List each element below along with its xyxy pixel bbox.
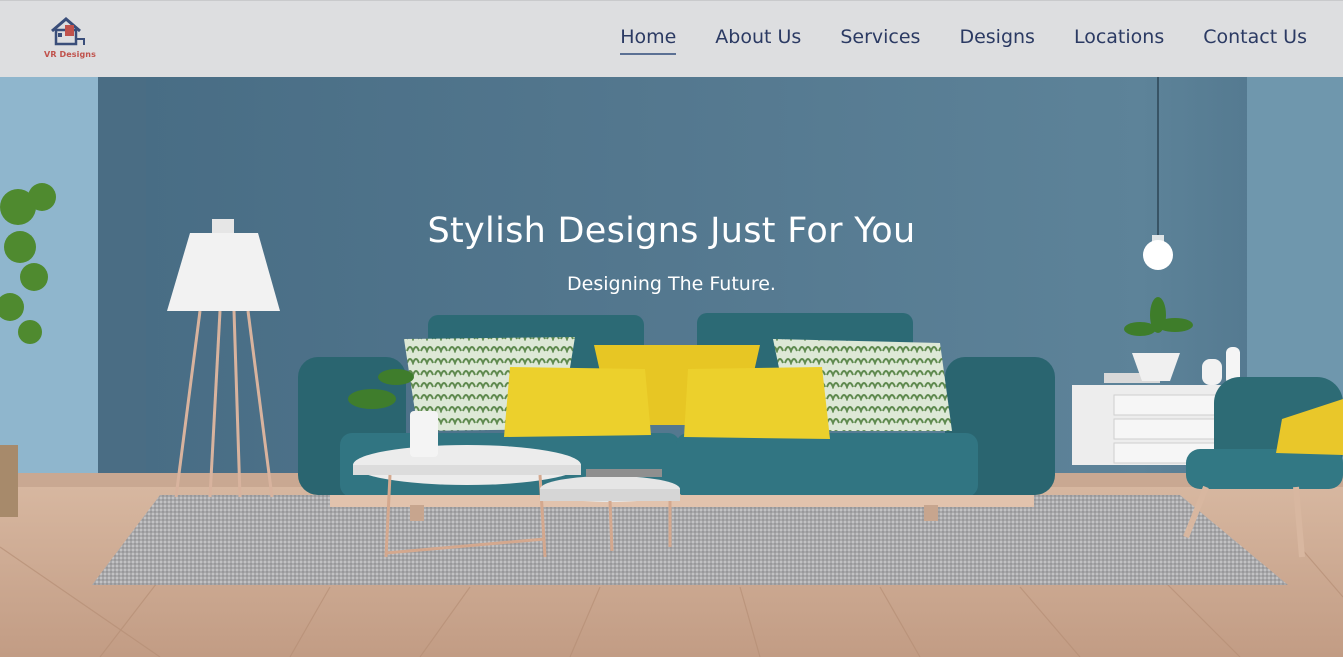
- nav-services[interactable]: Services: [840, 28, 920, 51]
- main-nav: Home About Us Services Designs Locations…: [581, 1, 1307, 78]
- nav-locations[interactable]: Locations: [1074, 28, 1164, 51]
- hero-background-image: [0, 77, 1343, 657]
- site-header: VR Designs Home About Us Services Design…: [0, 0, 1343, 77]
- nav-home[interactable]: Home: [620, 28, 677, 55]
- brand-logo[interactable]: VR Designs: [38, 15, 102, 63]
- hero-title: Stylish Designs Just For You: [427, 211, 916, 251]
- hero-section: Stylish Designs Just For You Designing T…: [0, 77, 1343, 657]
- house-logo-icon: [51, 17, 85, 46]
- nav-contact-us[interactable]: Contact Us: [1203, 28, 1307, 51]
- nav-about-us[interactable]: About Us: [715, 28, 801, 51]
- nav-designs[interactable]: Designs: [959, 28, 1035, 51]
- brand-name: VR Designs: [44, 50, 96, 59]
- hero-subtitle: Designing The Future.: [567, 273, 776, 295]
